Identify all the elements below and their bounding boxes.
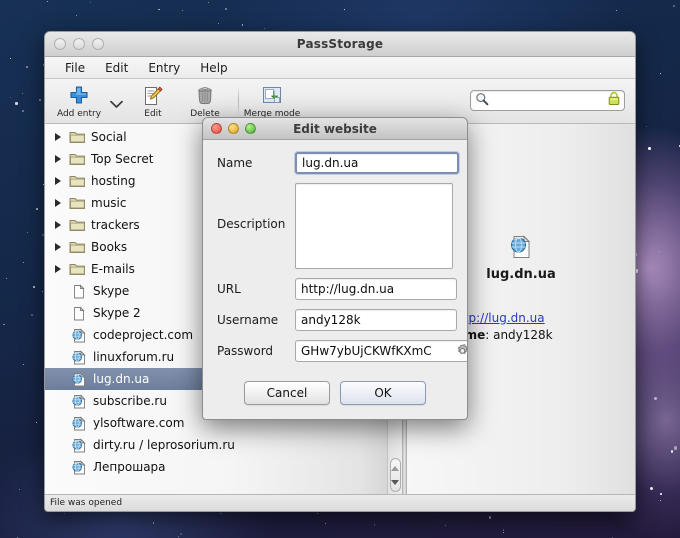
tree-row-label: E-mails [91,262,135,276]
expand-triangle-icon[interactable] [51,218,65,232]
edit-website-dialog: Edit website Name Description URL Userna… [202,117,468,420]
name-row: Name [217,152,459,174]
username-row: Username [217,309,457,331]
tree-row-label: Social [91,130,127,144]
tree-row-label: Books [91,240,128,254]
tree-row[interactable]: dirty.ru / leprosorium.ru [45,434,387,456]
tree-row-label: music [91,196,127,210]
url-row: URL [217,278,457,300]
menu-help[interactable]: Help [190,59,237,77]
expand-triangle-icon[interactable] [51,196,65,210]
expand-triangle-icon[interactable] [51,174,65,188]
folder-icon [67,261,87,277]
tree-row-label: hosting [91,174,136,188]
tree-row-label: dirty.ru / leprosorium.ru [93,438,235,452]
url-label: URL [217,282,241,296]
folder-icon [67,195,87,211]
folder-icon [67,173,87,189]
website-globe-icon [508,235,534,264]
statusbar: File was opened [45,494,635,511]
tree-row-label: linuxforum.ru [93,350,175,364]
menu-file[interactable]: File [55,59,95,77]
edit-button[interactable]: Edit [127,82,179,124]
chevron-down-icon [109,94,123,113]
scroll-up-arrow-icon[interactable] [391,465,399,471]
add-entry-label: Add entry [56,109,102,119]
menu-entry[interactable]: Entry [138,59,190,77]
add-entry-dropdown-button[interactable] [105,82,127,124]
username-input[interactable] [295,309,457,331]
detail-username-value: andy128k [493,328,553,342]
ok-button[interactable]: OK [340,381,426,405]
website-globe-icon [69,459,89,475]
tree-row-label: ylsoftware.com [93,416,185,430]
password-label: Password [217,344,274,358]
expand-triangle-icon[interactable] [51,262,65,276]
cancel-button[interactable]: Cancel [244,381,330,405]
description-label: Description [217,217,286,231]
website-globe-icon [69,327,89,343]
password-field-wrap [295,340,467,362]
detail-username-colon: : [485,328,494,342]
expand-triangle-icon[interactable] [51,152,65,166]
website-globe-icon [69,349,89,365]
search-input[interactable] [489,94,607,107]
lock-icon[interactable] [607,91,621,110]
document-icon [69,305,89,321]
website-globe-icon [69,371,89,387]
search-area [470,82,627,111]
description-row: Description [217,183,453,269]
search-icon [475,91,489,110]
username-label: Username [217,313,279,327]
menubar: File Edit Entry Help [45,57,635,79]
tree-row-label: Лепрошара [93,460,166,474]
dialog-titlebar: Edit website [203,118,467,140]
password-input[interactable] [295,340,467,362]
tree-row-label: lug.dn.ua [93,372,150,386]
statusbar-text: File was opened [50,498,123,508]
tree-row-label: Skype [93,284,130,298]
dialog-body: Name Description URL Username Password [203,140,467,419]
name-label: Name [217,156,253,170]
scroll-down-arrow-icon[interactable] [391,479,399,485]
tree-row-label: codeproject.com [93,328,194,342]
dialog-buttons: Cancel OK [217,381,453,409]
folder-icon [67,239,87,255]
folder-icon [67,217,87,233]
tree-row-label: trackers [91,218,140,232]
add-entry-button[interactable]: Add entry [53,82,105,124]
trash-icon [194,84,216,108]
password-row: Password [217,340,467,362]
scrollbar-stepper[interactable] [389,458,401,492]
website-globe-icon [69,415,89,431]
folder-icon [67,151,87,167]
desktop-background: PassStorage File Edit Entry Help Add ent… [0,0,680,538]
tree-row-label: Skype 2 [93,306,141,320]
expand-triangle-icon[interactable] [51,130,65,144]
name-input[interactable] [295,152,459,174]
tree-row-label: Top Secret [91,152,154,166]
merge-icon [261,84,283,108]
toolbar-separator [238,85,239,117]
menu-edit[interactable]: Edit [95,59,138,77]
pencil-document-icon [142,84,164,108]
edit-label: Edit [144,109,162,119]
website-globe-icon [69,437,89,453]
tree-row[interactable]: Лепрошара [45,456,387,478]
tree-row-label: subscribe.ru [93,394,167,408]
window-title: PassStorage [296,37,384,51]
plus-icon [68,84,90,108]
expand-triangle-icon[interactable] [51,240,65,254]
website-globe-icon [69,393,89,409]
document-icon [69,283,89,299]
gear-icon[interactable] [455,344,467,359]
window-titlebar: PassStorage [45,32,635,57]
description-textarea[interactable] [295,183,453,269]
dialog-title: Edit website [293,121,377,136]
folder-icon [67,129,87,145]
search-box[interactable] [470,90,625,111]
url-input[interactable] [295,278,457,300]
